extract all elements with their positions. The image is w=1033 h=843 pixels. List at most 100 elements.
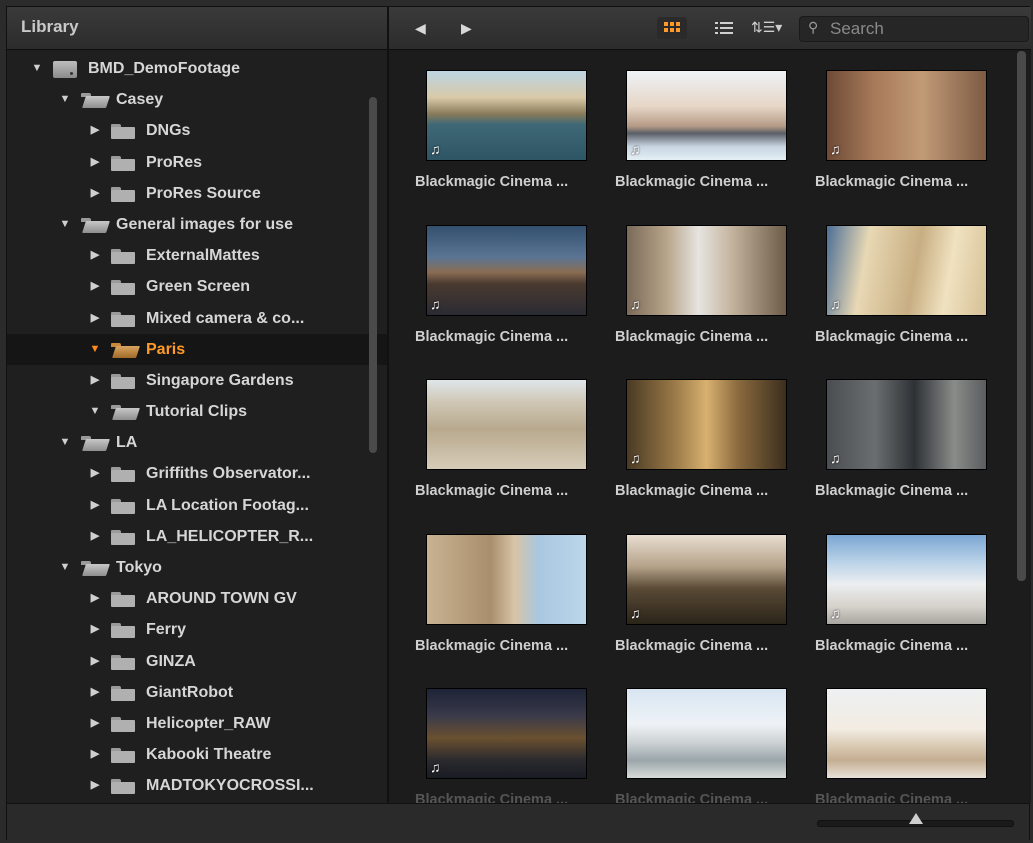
browser-scrollbar[interactable] [1017,51,1026,581]
disclosure-collapsed-icon[interactable]: ▶ [89,365,101,396]
clip-thumbnail-image[interactable]: ♫ [426,224,587,316]
folder-icon [111,779,135,795]
clip-thumbnail-item[interactable]: ♫ Blackmagic Cinema ... [789,56,989,206]
tree-item[interactable]: ▶ Ferry [7,614,387,645]
clip-thumbnail-image[interactable] [426,379,587,470]
clip-thumbnail-image[interactable]: ♫ [626,70,787,161]
clip-thumbnail-item[interactable]: ♫ Blackmagic Cinema ... [789,211,989,361]
tree-item[interactable]: ▶ Griffiths Observator... [7,458,387,489]
disclosure-collapsed-icon[interactable]: ▶ [89,271,101,302]
clip-thumbnail-item[interactable]: Blackmagic Cinema ... [589,674,789,803]
thumbnail-zoom-slider[interactable] [817,813,1014,827]
disclosure-collapsed-icon[interactable]: ▶ [89,614,101,645]
disclosure-collapsed-icon[interactable]: ▶ [89,521,101,552]
tree-item[interactable]: ▼ Tutorial Clips [7,396,387,427]
clip-thumbnail-item[interactable]: ♫ Blackmagic Cinema ... [589,56,789,206]
clip-thumbnail-item[interactable]: Blackmagic Cinema ... [389,520,589,670]
clip-thumbnail-image[interactable]: ♫ [626,224,787,316]
folder-icon [111,124,135,140]
clip-thumbnail-image[interactable]: ♫ [626,379,787,470]
tree-item[interactable]: ▶ DNGs [7,115,387,146]
search-input[interactable] [828,19,1022,39]
tree-item[interactable]: ▶ Singapore Gardens [7,365,387,396]
disclosure-collapsed-icon[interactable]: ▶ [89,147,101,178]
folder-icon [111,467,135,483]
tree-item-label: Casey [116,91,164,109]
tree-item[interactable]: ▶ Helicopter_RAW [7,708,387,739]
clip-thumbnail-image[interactable] [626,688,787,779]
sidebar-scrollbar[interactable] [369,97,377,453]
clip-thumbnail-item[interactable]: ♫ Blackmagic Cinema ... [589,211,789,361]
disclosure-expanded-icon[interactable]: ▼ [59,209,71,240]
forward-arrow-icon[interactable]: ▶ [461,20,472,37]
clip-name-label: Blackmagic Cinema ... [615,792,769,803]
search-field[interactable]: ⚲ [799,16,1029,42]
tree-item[interactable]: ▼ Casey [7,84,387,115]
tree-item[interactable]: ▼ BMD_DemoFootage [7,53,387,84]
clip-thumbnail-image[interactable] [826,688,987,779]
clip-thumbnail-item[interactable]: ♫ Blackmagic Cinema ... [389,674,589,803]
clip-thumbnail-image[interactable]: ♫ [826,533,987,625]
disclosure-collapsed-icon[interactable]: ▶ [89,677,101,708]
clip-thumbnail-image[interactable]: ♫ [426,70,587,161]
tree-item[interactable]: ▼ Tokyo [7,552,387,583]
tree-item[interactable]: ▶ GINZA [7,646,387,677]
disclosure-collapsed-icon[interactable]: ▶ [89,770,101,801]
clip-thumbnail-item[interactable]: ♫ Blackmagic Cinema ... [389,211,589,361]
clip-thumbnail-item[interactable]: ♫ Blackmagic Cinema ... [789,365,989,515]
disclosure-expanded-icon[interactable]: ▼ [59,427,71,458]
clip-thumbnail-image[interactable]: ♫ [826,224,987,316]
disclosure-collapsed-icon[interactable]: ▶ [89,739,101,770]
clip-thumbnail-item[interactable]: ♫ Blackmagic Cinema ... [589,365,789,515]
clip-thumbnail-item[interactable]: ♫ Blackmagic Cinema ... [789,520,989,670]
sort-menu-button[interactable]: ⇅☰▾ [747,17,787,39]
disclosure-collapsed-icon[interactable]: ▶ [89,708,101,739]
tree-item[interactable]: ▶ ExternalMattes [7,240,387,271]
tree-item[interactable]: ▶ GiantRobot [7,677,387,708]
tree-item[interactable]: ▶ ProRes Source [7,178,387,209]
zoom-slider-handle[interactable] [908,813,923,824]
tree-item[interactable]: ▶ ProRes [7,147,387,178]
disclosure-collapsed-icon[interactable]: ▶ [89,458,101,489]
disclosure-expanded-icon[interactable]: ▼ [59,552,71,583]
clip-thumbnail-image[interactable]: ♫ [826,379,987,470]
disclosure-expanded-icon[interactable]: ▼ [89,396,101,427]
tree-item[interactable]: ▶ LA_HELICOPTER_R... [7,521,387,552]
disclosure-collapsed-icon[interactable]: ▶ [89,303,101,334]
thumbnail-view-button[interactable] [657,17,687,39]
clip-name-label: Blackmagic Cinema ... [415,328,569,345]
clip-thumbnail-item[interactable]: ♫ Blackmagic Cinema ... [589,520,789,670]
tree-item[interactable]: ▼ Paris [7,333,387,365]
tree-item[interactable]: ▶ MADTOKYOCROSSI... [7,770,387,801]
clip-name-label: Blackmagic Cinema ... [815,483,969,499]
disclosure-collapsed-icon[interactable]: ▶ [89,646,101,677]
tree-item[interactable]: ▼ LA [7,427,387,458]
disclosure-expanded-icon[interactable]: ▼ [89,334,101,365]
grid-view-icon [664,22,682,34]
disclosure-collapsed-icon[interactable]: ▶ [89,240,101,271]
tree-item[interactable]: ▼ General images for use [7,209,387,240]
disclosure-collapsed-icon[interactable]: ▶ [89,178,101,209]
clip-thumbnail-image[interactable]: ♫ [826,70,987,161]
clip-thumbnail-image[interactable]: ♫ [426,688,587,779]
list-view-button[interactable] [709,17,739,39]
tree-item[interactable]: ▶ Kabooki Theatre [7,739,387,770]
disclosure-collapsed-icon[interactable]: ▶ [89,490,101,521]
clip-thumbnail-item[interactable]: Blackmagic Cinema ... [789,674,989,803]
clip-thumbnail-image[interactable]: ♫ [626,533,787,625]
tree-item[interactable]: ▶ Green Screen [7,271,387,302]
clip-name-label: Blackmagic Cinema ... [615,328,769,345]
disclosure-collapsed-icon[interactable]: ▶ [89,583,101,614]
back-arrow-icon[interactable]: ◀ [415,20,426,37]
clip-thumbnail-image[interactable] [426,533,587,625]
tree-item[interactable]: ▶ LA Location Footag... [7,490,387,521]
tree-item[interactable]: ▶ AROUND TOWN GV [7,583,387,614]
folder-icon [111,592,135,608]
tree-item[interactable]: ▶ Mixed camera & co... [7,303,387,334]
clip-thumbnail-item[interactable]: ♫ Blackmagic Cinema ... [389,56,589,206]
disclosure-expanded-icon[interactable]: ▼ [31,53,43,84]
disclosure-expanded-icon[interactable]: ▼ [59,84,71,115]
disclosure-collapsed-icon[interactable]: ▶ [89,115,101,146]
folder-icon [111,748,135,764]
clip-thumbnail-item[interactable]: Blackmagic Cinema ... [389,365,589,515]
